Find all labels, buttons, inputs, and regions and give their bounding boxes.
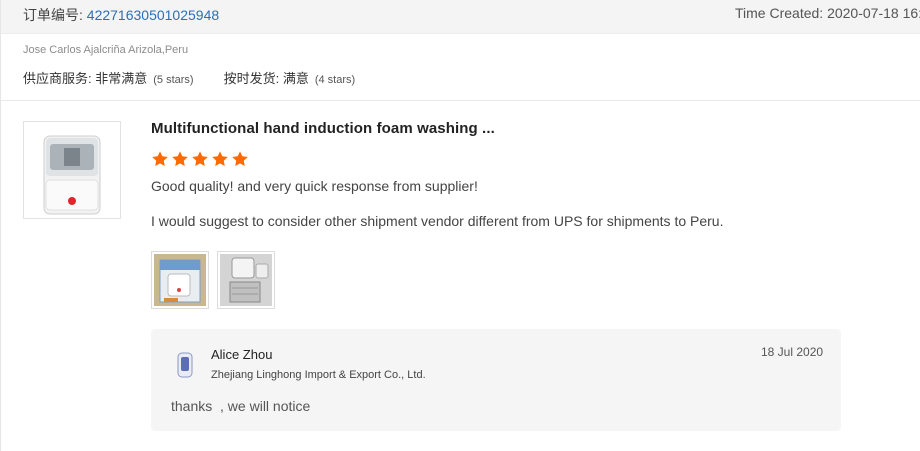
star-icon <box>232 151 248 167</box>
seller-avatar-icon <box>177 352 193 378</box>
rating-label: 按时发货: <box>223 71 283 86</box>
order-number-label: 订单编号: <box>23 7 87 23</box>
order-number-link[interactable]: 42271630501025948 <box>87 7 219 23</box>
rating-stars-text: (4 stars) <box>314 74 356 86</box>
review-photo-1[interactable] <box>151 251 209 309</box>
review-photo-2[interactable] <box>217 251 275 309</box>
star-icon <box>172 151 188 167</box>
star-icon <box>152 151 168 167</box>
reply-date: 18 Jul 2020 <box>761 345 824 359</box>
time-created: Time Created: 2020-07-18 16:49 <box>735 5 920 21</box>
rating-label: 供应商服务: <box>23 71 96 86</box>
divider <box>1 100 920 101</box>
buyer-name: Jose Carlos Ajalcriña Arizola,Peru <box>23 44 189 56</box>
product-title[interactable]: Multifunctional hand induction foam wash… <box>151 120 495 137</box>
star-rating <box>151 150 251 168</box>
supplier-ratings: 供应商服务: 非常满意 (5 stars) 按时发货: 满意 (4 stars) <box>23 68 355 87</box>
star-icon <box>212 151 228 167</box>
rating-stars-text: (5 stars) <box>153 74 194 86</box>
seller-avatar <box>175 351 195 379</box>
order-header: 订单编号: 42271630501025948 Time Created: 20… <box>1 0 920 34</box>
order-number: 订单编号: 42271630501025948 <box>23 5 219 25</box>
product-box-photo <box>154 254 206 306</box>
rating-value: 非常满意 <box>95 71 148 86</box>
seller-name: Alice Zhou <box>211 347 273 362</box>
rating-supplier-service: 供应商服务: 非常满意 (5 stars) <box>23 68 194 87</box>
rating-value: 满意 <box>282 71 309 86</box>
seller-company: Zhejiang Linghong Import & Export Co., L… <box>211 369 426 381</box>
product-thumbnail[interactable] <box>23 121 121 219</box>
reply-text: thanks , we will notice <box>171 398 311 414</box>
review-text-line-2: I would suggest to consider other shipme… <box>151 213 724 229</box>
review-card: 订单编号: 42271630501025948 Time Created: 20… <box>0 0 920 451</box>
soap-dispenser-icon <box>43 135 101 215</box>
review-text-line-1: Good quality! and very quick response fr… <box>151 178 478 194</box>
rating-on-time-delivery: 按时发货: 满意 (4 stars) <box>224 68 356 87</box>
seller-reply: Alice Zhou Zhejiang Linghong Import & Ex… <box>151 329 841 431</box>
dispenser-parts-photo <box>220 254 272 306</box>
star-icon <box>192 151 208 167</box>
